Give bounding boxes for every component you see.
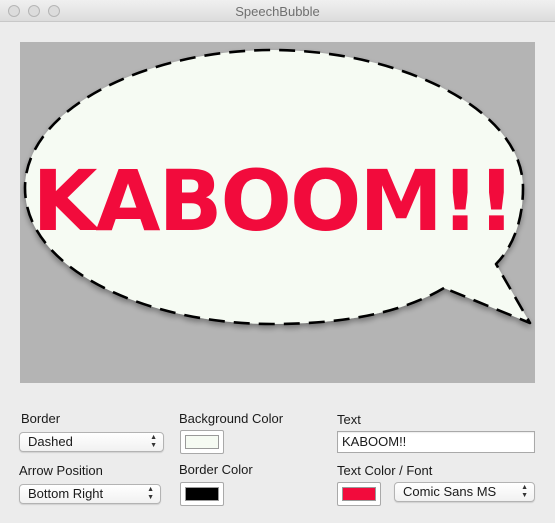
speech-bubble: KABOOM!! xyxy=(23,48,532,326)
app-window: SpeechBubble KABOOM!! Border Dashed ▲ ▼ A… xyxy=(0,0,555,523)
popup-arrows-icon: ▲ ▼ xyxy=(147,486,154,501)
font-popup[interactable]: Comic Sans MS ▲ ▼ xyxy=(394,482,535,502)
text-color-well[interactable] xyxy=(337,482,381,506)
title-bar: SpeechBubble xyxy=(0,0,555,22)
speech-bubble-canvas: KABOOM!! xyxy=(20,42,535,383)
text-label: Text xyxy=(337,412,361,427)
background-color-swatch xyxy=(185,435,219,449)
border-color-well[interactable] xyxy=(180,482,224,506)
popup-arrows-icon: ▲ ▼ xyxy=(150,434,157,449)
arrow-position-value: Bottom Right xyxy=(28,486,104,501)
popup-arrows-icon: ▲ ▼ xyxy=(521,484,528,499)
border-style-value: Dashed xyxy=(28,434,73,449)
border-style-popup[interactable]: Dashed ▲ ▼ xyxy=(19,432,164,452)
bubble-text: KABOOM!! xyxy=(32,152,513,250)
border-label: Border xyxy=(21,411,61,426)
text-color-swatch xyxy=(342,487,376,501)
text-color-font-label: Text Color / Font xyxy=(337,463,433,478)
window-title: SpeechBubble xyxy=(235,4,320,19)
arrow-position-popup[interactable]: Bottom Right ▲ ▼ xyxy=(19,484,161,504)
arrow-position-label: Arrow Position xyxy=(19,463,103,478)
background-color-well[interactable] xyxy=(180,430,224,454)
bubble-text-field[interactable]: KABOOM!! xyxy=(337,431,535,453)
border-color-label: Border Color xyxy=(179,462,253,477)
font-value: Comic Sans MS xyxy=(403,484,497,499)
border-color-swatch xyxy=(185,487,219,501)
background-color-label: Background Color xyxy=(179,411,284,426)
